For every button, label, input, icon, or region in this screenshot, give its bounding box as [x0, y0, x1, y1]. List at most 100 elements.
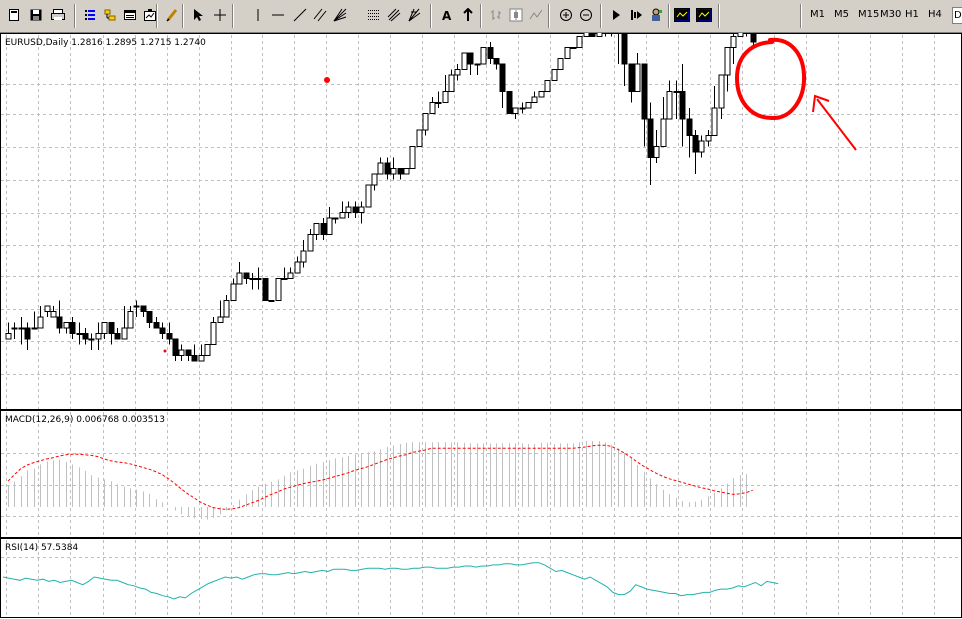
toolbar-separator — [232, 4, 234, 28]
fibonacci-fan-icon[interactable] — [404, 5, 424, 25]
bear-candle — [397, 168, 404, 175]
bull-candle — [705, 135, 712, 142]
trendline-icon[interactable] — [290, 5, 310, 25]
bull-candle — [416, 129, 423, 147]
metaeditor-icon[interactable] — [162, 5, 182, 25]
print-icon[interactable] — [48, 5, 68, 25]
andrews-pitchfork-icon[interactable] — [384, 5, 404, 25]
toolbar-separator — [548, 4, 550, 28]
timeframe-m1-button[interactable]: M1 — [810, 9, 825, 20]
bull-candle — [294, 261, 301, 274]
bull-candle — [365, 184, 372, 208]
toolbar-separator — [182, 4, 184, 28]
bull-candle — [429, 102, 436, 114]
bull-candle — [512, 107, 519, 114]
bear-candle — [140, 305, 147, 312]
bear-candle — [686, 118, 693, 136]
line-chart-icon[interactable] — [526, 5, 546, 25]
bear-candle — [621, 33, 628, 65]
bull-candle — [525, 102, 532, 109]
bull-candle — [557, 58, 564, 70]
bull-candle — [18, 327, 25, 330]
bull-candle — [519, 107, 526, 110]
periodicity-icon[interactable] — [694, 5, 714, 25]
bull-candle — [210, 322, 217, 345]
bear-candle — [641, 63, 648, 120]
timeframe-h1-button[interactable]: H1 — [905, 9, 919, 20]
bull-candle — [480, 47, 487, 65]
bull-candle — [313, 223, 320, 235]
price-chart-header: EURUSD,Daily 1.2816 1.2895 1.2715 1.2740 — [5, 38, 206, 48]
bull-candle — [326, 217, 333, 235]
bear-candle — [159, 327, 166, 334]
terminal-icon[interactable] — [120, 5, 140, 25]
bull-candle — [711, 107, 718, 136]
strategy-tester-icon[interactable] — [140, 5, 160, 25]
bar-chart-icon[interactable] — [486, 5, 506, 25]
arrow-marker-icon[interactable] — [458, 5, 478, 25]
bull-candle — [454, 69, 461, 76]
bear-candle — [679, 91, 686, 120]
horizontal-line-icon[interactable] — [268, 5, 288, 25]
bull-candle — [230, 283, 237, 301]
bull-candle — [403, 168, 410, 175]
bull-candle — [37, 316, 44, 329]
bull-candle — [133, 305, 140, 308]
bull-candle — [198, 355, 205, 362]
bull-candle — [255, 278, 262, 280]
zoom-in-icon[interactable] — [556, 5, 576, 25]
rsi-panel-frame — [0, 538, 962, 618]
toolbar-separator — [430, 4, 432, 28]
navigator-icon[interactable] — [100, 5, 120, 25]
bull-candle — [570, 47, 577, 49]
vertical-line-icon[interactable] — [248, 5, 268, 25]
bull-candle — [11, 327, 18, 330]
toolbar-separator — [480, 4, 482, 28]
bear-candle — [589, 33, 596, 37]
autoscroll-icon[interactable] — [626, 5, 646, 25]
chart-shift-icon[interactable] — [606, 5, 626, 25]
bear-candle — [750, 33, 757, 43]
bull-candle — [63, 322, 70, 329]
bear-candle — [628, 63, 635, 92]
timeframe-m5-button[interactable]: M5 — [834, 9, 849, 20]
toolbar: A M1 M5 M15M30 H1 H4 D1 — [0, 0, 962, 33]
save-icon[interactable] — [26, 5, 46, 25]
timeframe-d1-button[interactable]: D1 — [952, 7, 962, 24]
bull-candle — [718, 74, 725, 109]
cursor-arrow-icon[interactable] — [188, 5, 208, 25]
bull-candle — [223, 300, 230, 318]
bear-candle — [493, 58, 500, 65]
new-chart-icon[interactable] — [4, 5, 24, 25]
rsi-header: RSI(14) 57.5384 — [5, 543, 78, 553]
bull-candle — [127, 311, 134, 329]
timeframe-h4-button[interactable]: H4 — [928, 9, 942, 20]
market-watch-icon[interactable] — [80, 5, 100, 25]
fibonacci-retracement-icon[interactable] — [364, 5, 384, 25]
equidistant-channel-icon[interactable] — [310, 5, 330, 25]
bull-candle — [31, 327, 38, 330]
bull-candle — [76, 333, 83, 335]
bull-candle — [339, 212, 346, 219]
zoom-out-icon[interactable] — [576, 5, 596, 25]
bull-candle — [44, 305, 51, 312]
bear-candle — [647, 118, 654, 158]
timeframe-m15-button[interactable]: M15 — [858, 9, 879, 20]
timeframe-m30-button[interactable]: M30 — [880, 9, 901, 20]
bull-candle — [377, 162, 384, 175]
crosshair-icon[interactable] — [210, 5, 230, 25]
price-chart-frame — [0, 33, 962, 410]
bull-candle — [178, 349, 185, 356]
bull-candle — [442, 91, 449, 103]
bull-candle — [332, 217, 339, 220]
bull-candle — [583, 33, 590, 37]
expert-advisors-icon[interactable] — [646, 5, 666, 25]
bear-candle — [114, 333, 121, 340]
bull-candle — [596, 33, 603, 37]
candlestick-chart-icon[interactable] — [506, 5, 526, 25]
template-icon[interactable] — [672, 5, 692, 25]
gann-fan-icon[interactable] — [330, 5, 350, 25]
bull-candle — [698, 140, 705, 153]
text-label-icon[interactable]: A — [436, 5, 456, 25]
bear-candle — [467, 52, 474, 65]
